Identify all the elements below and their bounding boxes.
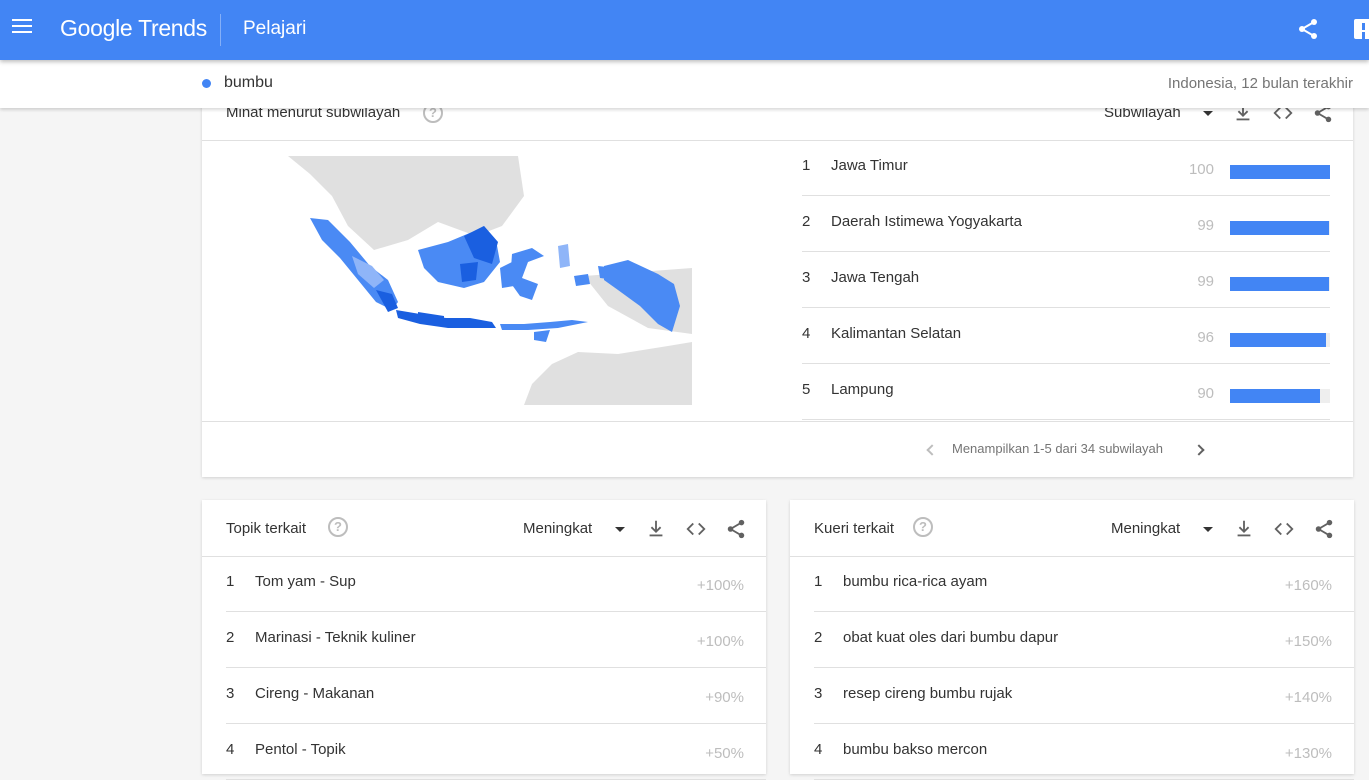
row-name: Lampung — [831, 381, 894, 398]
interest-bar-fill — [1230, 389, 1320, 403]
row-name: Pentol - Topik — [255, 741, 346, 758]
interest-bar-fill — [1230, 165, 1330, 179]
row-name: bumbu rica-rica ayam — [843, 573, 988, 590]
interest-bar — [1230, 333, 1330, 347]
table-row[interactable]: 2 Daerah Istimewa Yogyakarta 99 — [802, 196, 1330, 252]
row-rank: 2 — [226, 629, 235, 646]
row-value: 99 — [1197, 273, 1214, 290]
row-name: Tom yam - Sup — [255, 573, 356, 590]
embed-icon[interactable] — [685, 518, 707, 540]
row-value: +100% — [696, 633, 744, 650]
related-topics-card: Topik terkait ? Meningkat 1 Tom yam - Sup… — [202, 500, 766, 780]
table-row[interactable]: 1 Jawa Timur 100 — [802, 140, 1330, 196]
row-rank: 5 — [802, 381, 811, 398]
interest-bar-fill — [1230, 221, 1329, 235]
row-name: Jawa Timur — [831, 157, 908, 174]
row-name: bumbu bakso mercon — [843, 741, 988, 758]
chevron-left-icon[interactable] — [926, 444, 938, 456]
list-item[interactable]: 1 bumbu rica-rica ayam +160% — [814, 556, 1354, 612]
list-item[interactable]: 3 resep cireng bumbu rujak +140% — [814, 668, 1354, 724]
row-value: +160% — [1284, 577, 1332, 594]
header-divider — [220, 14, 221, 46]
row-value: 100 — [1188, 161, 1214, 178]
row-value: +140% — [1284, 689, 1332, 706]
row-rank: 1 — [226, 573, 235, 590]
logo-trends: Trends — [138, 15, 207, 41]
term-color-dot — [202, 79, 211, 88]
pager-text: Menampilkan 1-5 dari 34 subwilayah — [952, 441, 1164, 456]
list-item[interactable]: 4 Pentol - Topik +50% — [226, 724, 766, 780]
context-label: Indonesia, 12 bulan terakhir — [1167, 75, 1353, 92]
share-icon[interactable] — [725, 518, 747, 540]
row-value: +50% — [705, 745, 744, 762]
card-title: Topik terkait — [226, 520, 307, 537]
row-rank: 3 — [814, 685, 823, 702]
table-row[interactable]: 3 Jawa Tengah 99 — [802, 252, 1330, 308]
row-rank: 3 — [226, 685, 235, 702]
row-name: Daerah Istimewa Yogyakarta — [831, 213, 1022, 230]
interest-bar — [1230, 389, 1330, 403]
share-icon[interactable] — [1296, 17, 1320, 41]
table-row[interactable]: 4 Kalimantan Selatan 96 — [802, 308, 1330, 364]
interest-bar-fill — [1230, 277, 1329, 291]
table-row[interactable]: 5 Lampung 90 — [802, 364, 1330, 420]
row-rank: 2 — [802, 213, 811, 230]
row-rank: 3 — [802, 269, 811, 286]
indonesia-map[interactable] — [288, 156, 692, 405]
share-icon[interactable] — [1313, 518, 1335, 540]
related-queries-card: Kueri terkait ? Meningkat 1 bumbu rica-ri… — [790, 500, 1354, 780]
menu-icon[interactable] — [12, 19, 32, 39]
row-rank: 2 — [814, 629, 823, 646]
row-name: obat kuat oles dari bumbu dapur — [843, 629, 1059, 646]
row-name: Kalimantan Selatan — [831, 325, 962, 342]
chevron-right-icon[interactable] — [1193, 444, 1205, 456]
list-item[interactable]: 2 obat kuat oles dari bumbu dapur +150% — [814, 612, 1354, 668]
logo-google: Google — [60, 15, 133, 41]
row-value: 96 — [1197, 329, 1214, 346]
interest-bar — [1230, 277, 1330, 291]
row-value: +90% — [705, 689, 744, 706]
help-icon[interactable]: ? — [328, 517, 348, 537]
row-value: +150% — [1284, 633, 1332, 650]
queries-dropdown[interactable]: Meningkat — [1111, 520, 1180, 537]
row-rank: 4 — [814, 741, 823, 758]
row-rank: 4 — [226, 741, 235, 758]
help-icon[interactable]: ? — [913, 517, 933, 537]
embed-icon[interactable] — [1273, 518, 1295, 540]
pager-divider — [202, 421, 1353, 422]
row-name: Marinasi - Teknik kuliner — [255, 629, 416, 646]
list-item[interactable]: 2 Marinasi - Teknik kuliner +100% — [226, 612, 766, 668]
download-icon[interactable] — [1233, 518, 1255, 540]
interest-bar — [1230, 221, 1330, 235]
search-term-label[interactable]: bumbu — [224, 74, 273, 92]
download-icon[interactable] — [645, 518, 667, 540]
app-header: Google Trends Pelajari — [0, 0, 1369, 60]
row-rank: 4 — [802, 325, 811, 342]
region-interest-card: Minat menurut subwilayah ? Subwilayah 1 … — [202, 88, 1353, 477]
interest-bar-fill — [1230, 333, 1326, 347]
row-value: 90 — [1197, 385, 1214, 402]
row-name: resep cireng bumbu rujak — [843, 685, 1013, 702]
chevron-down-icon[interactable] — [1203, 111, 1213, 116]
list-item[interactable]: 1 Tom yam - Sup +100% — [226, 556, 766, 612]
list-item[interactable]: 3 Cireng - Makanan +90% — [226, 668, 766, 724]
chevron-down-icon[interactable] — [1203, 527, 1213, 532]
feedback-icon[interactable] — [1354, 19, 1369, 39]
list-item[interactable]: 4 bumbu bakso mercon +130% — [814, 724, 1354, 780]
google-trends-logo[interactable]: Google Trends — [60, 15, 207, 42]
card-title: Kueri terkait — [814, 520, 895, 537]
chevron-down-icon[interactable] — [615, 527, 625, 532]
section-title: Pelajari — [243, 18, 307, 39]
row-value: +130% — [1284, 745, 1332, 762]
topics-dropdown[interactable]: Meningkat — [523, 520, 592, 537]
row-rank: 1 — [814, 573, 823, 590]
row-name: Cireng - Makanan — [255, 685, 375, 702]
row-value: 99 — [1197, 217, 1214, 234]
row-rank: 1 — [802, 157, 811, 174]
row-value: +100% — [696, 577, 744, 594]
interest-bar — [1230, 165, 1330, 179]
row-name: Jawa Tengah — [831, 269, 920, 286]
